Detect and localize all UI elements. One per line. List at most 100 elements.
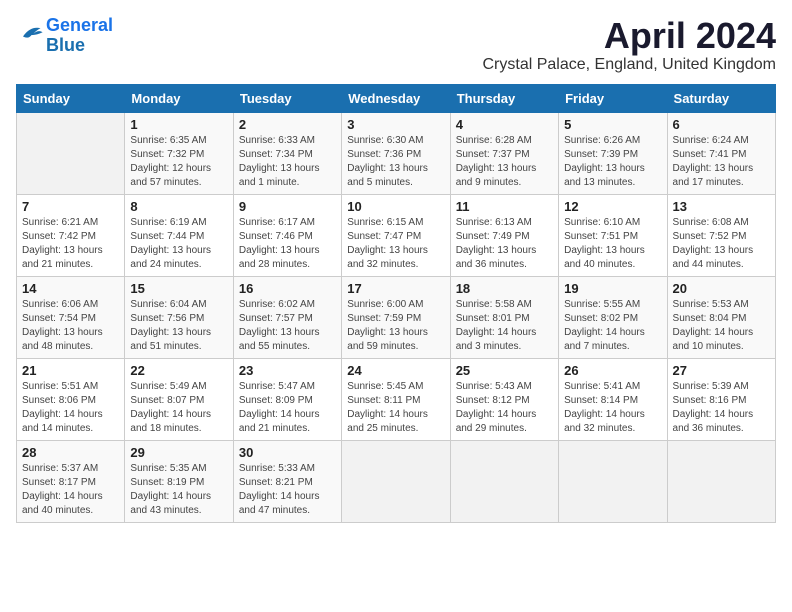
calendar-cell: 27 Sunrise: 5:39 AMSunset: 8:16 PMDayligh… xyxy=(667,358,775,440)
cell-info: Sunrise: 5:33 AMSunset: 8:21 PMDaylight:… xyxy=(239,462,336,518)
day-number: 24 xyxy=(347,363,444,378)
cell-info: Sunrise: 5:58 AMSunset: 8:01 PMDaylight:… xyxy=(456,298,553,354)
cell-info: Sunrise: 6:17 AMSunset: 7:46 PMDaylight:… xyxy=(239,216,336,272)
weekday-header-sunday: Sunday xyxy=(17,84,125,112)
cell-info: Sunrise: 6:04 AMSunset: 7:56 PMDaylight:… xyxy=(130,298,227,354)
day-number: 2 xyxy=(239,117,336,132)
calendar-cell: 20Sunrise: 5:53 AMSunset: 8:04 PMDayligh… xyxy=(667,276,775,358)
cell-info: Sunrise: 6:28 AMSunset: 7:37 PMDaylight:… xyxy=(456,134,553,190)
calendar-cell: 15 Sunrise: 6:04 AMSunset: 7:56 PMDayligh… xyxy=(125,276,233,358)
day-number: 6 xyxy=(673,117,770,132)
cell-info: Sunrise: 5:43 AMSunset: 8:12 PMDaylight:… xyxy=(456,380,553,436)
calendar-subtitle: Crystal Palace, England, United Kingdom xyxy=(483,56,777,74)
cell-info: Sunrise: 6:26 AMSunset: 7:39 PMDaylight:… xyxy=(564,134,661,190)
calendar-cell: 5 Sunrise: 6:26 AMSunset: 7:39 PMDaylight… xyxy=(559,112,667,194)
logo-text-blue: Blue xyxy=(46,35,85,55)
calendar-cell: 21 Sunrise: 5:51 AMSunset: 8:06 PMDayligh… xyxy=(17,358,125,440)
weekday-header-thursday: Thursday xyxy=(450,84,558,112)
day-number: 15 xyxy=(130,281,227,296)
day-number: 8 xyxy=(130,199,227,214)
day-number: 29 xyxy=(130,445,227,460)
calendar-cell xyxy=(450,440,558,522)
weekday-header-saturday: Saturday xyxy=(667,84,775,112)
cell-info: Sunrise: 5:39 AMSunset: 8:16 PMDaylight:… xyxy=(673,380,770,436)
day-number: 7 xyxy=(22,199,119,214)
cell-info: Sunrise: 6:10 AMSunset: 7:51 PMDaylight:… xyxy=(564,216,661,272)
calendar-cell: 2 Sunrise: 6:33 AMSunset: 7:34 PMDaylight… xyxy=(233,112,341,194)
calendar-cell: 23Sunrise: 5:47 AMSunset: 8:09 PMDayligh… xyxy=(233,358,341,440)
calendar-cell: 17 Sunrise: 6:00 AMSunset: 7:59 PMDayligh… xyxy=(342,276,450,358)
week-row-5: 28Sunrise: 5:37 AMSunset: 8:17 PMDayligh… xyxy=(17,440,776,522)
calendar-cell: 4 Sunrise: 6:28 AMSunset: 7:37 PMDaylight… xyxy=(450,112,558,194)
calendar-cell: 22Sunrise: 5:49 AMSunset: 8:07 PMDayligh… xyxy=(125,358,233,440)
calendar-cell xyxy=(342,440,450,522)
day-number: 25 xyxy=(456,363,553,378)
calendar-cell: 28Sunrise: 5:37 AMSunset: 8:17 PMDayligh… xyxy=(17,440,125,522)
calendar-cell: 14Sunrise: 6:06 AMSunset: 7:54 PMDayligh… xyxy=(17,276,125,358)
cell-info: Sunrise: 6:02 AMSunset: 7:57 PMDaylight:… xyxy=(239,298,336,354)
calendar-cell: 3 Sunrise: 6:30 AMSunset: 7:36 PMDaylight… xyxy=(342,112,450,194)
day-number: 10 xyxy=(347,199,444,214)
weekday-header-tuesday: Tuesday xyxy=(233,84,341,112)
calendar-cell: 26 Sunrise: 5:41 AMSunset: 8:14 PMDayligh… xyxy=(559,358,667,440)
calendar-cell: 29 Sunrise: 5:35 AMSunset: 8:19 PMDayligh… xyxy=(125,440,233,522)
week-row-1: 1Sunrise: 6:35 AMSunset: 7:32 PMDaylight… xyxy=(17,112,776,194)
page-header: General Blue April 2024 Crystal Palace, … xyxy=(16,16,776,74)
calendar-cell: 10 Sunrise: 6:15 AMSunset: 7:47 PMDayligh… xyxy=(342,194,450,276)
calendar-cell: 18Sunrise: 5:58 AMSunset: 8:01 PMDayligh… xyxy=(450,276,558,358)
logo-text-general: General xyxy=(46,15,113,35)
week-row-3: 14Sunrise: 6:06 AMSunset: 7:54 PMDayligh… xyxy=(17,276,776,358)
cell-info: Sunrise: 6:08 AMSunset: 7:52 PMDaylight:… xyxy=(673,216,770,272)
day-number: 11 xyxy=(456,199,553,214)
calendar-cell xyxy=(17,112,125,194)
calendar-cell: 13 Sunrise: 6:08 AMSunset: 7:52 PMDayligh… xyxy=(667,194,775,276)
cell-info: Sunrise: 6:19 AMSunset: 7:44 PMDaylight:… xyxy=(130,216,227,272)
calendar-cell: 19 Sunrise: 5:55 AMSunset: 8:02 PMDayligh… xyxy=(559,276,667,358)
day-number: 5 xyxy=(564,117,661,132)
cell-info: Sunrise: 5:35 AMSunset: 8:19 PMDaylight:… xyxy=(130,462,227,518)
day-number: 26 xyxy=(564,363,661,378)
calendar-cell: 12 Sunrise: 6:10 AMSunset: 7:51 PMDayligh… xyxy=(559,194,667,276)
weekday-header-row: SundayMondayTuesdayWednesdayThursdayFrid… xyxy=(17,84,776,112)
cell-info: Sunrise: 6:33 AMSunset: 7:34 PMDaylight:… xyxy=(239,134,336,190)
day-number: 30 xyxy=(239,445,336,460)
cell-info: Sunrise: 6:15 AMSunset: 7:47 PMDaylight:… xyxy=(347,216,444,272)
logo: General Blue xyxy=(16,16,113,56)
cell-info: Sunrise: 6:30 AMSunset: 7:36 PMDaylight:… xyxy=(347,134,444,190)
calendar-cell: 8 Sunrise: 6:19 AMSunset: 7:44 PMDaylight… xyxy=(125,194,233,276)
day-number: 27 xyxy=(673,363,770,378)
day-number: 4 xyxy=(456,117,553,132)
day-number: 17 xyxy=(347,281,444,296)
day-number: 3 xyxy=(347,117,444,132)
cell-info: Sunrise: 6:24 AMSunset: 7:41 PMDaylight:… xyxy=(673,134,770,190)
calendar-cell xyxy=(667,440,775,522)
day-number: 20 xyxy=(673,281,770,296)
day-number: 12 xyxy=(564,199,661,214)
cell-info: Sunrise: 6:00 AMSunset: 7:59 PMDaylight:… xyxy=(347,298,444,354)
calendar-cell: 1Sunrise: 6:35 AMSunset: 7:32 PMDaylight… xyxy=(125,112,233,194)
cell-info: Sunrise: 5:51 AMSunset: 8:06 PMDaylight:… xyxy=(22,380,119,436)
day-number: 13 xyxy=(673,199,770,214)
day-number: 21 xyxy=(22,363,119,378)
cell-info: Sunrise: 5:37 AMSunset: 8:17 PMDaylight:… xyxy=(22,462,119,518)
calendar-cell: 11 Sunrise: 6:13 AMSunset: 7:49 PMDayligh… xyxy=(450,194,558,276)
calendar-cell: 7 Sunrise: 6:21 AMSunset: 7:42 PMDaylight… xyxy=(17,194,125,276)
calendar-title: April 2024 xyxy=(483,16,777,56)
calendar-cell: 16 Sunrise: 6:02 AMSunset: 7:57 PMDayligh… xyxy=(233,276,341,358)
weekday-header-monday: Monday xyxy=(125,84,233,112)
cell-info: Sunrise: 6:35 AMSunset: 7:32 PMDaylight:… xyxy=(130,134,227,190)
calendar-table: SundayMondayTuesdayWednesdayThursdayFrid… xyxy=(16,84,776,523)
cell-info: Sunrise: 5:47 AMSunset: 8:09 PMDaylight:… xyxy=(239,380,336,436)
day-number: 19 xyxy=(564,281,661,296)
calendar-cell: 24 Sunrise: 5:45 AMSunset: 8:11 PMDayligh… xyxy=(342,358,450,440)
day-number: 16 xyxy=(239,281,336,296)
day-number: 14 xyxy=(22,281,119,296)
cell-info: Sunrise: 5:41 AMSunset: 8:14 PMDaylight:… xyxy=(564,380,661,436)
cell-info: Sunrise: 6:13 AMSunset: 7:49 PMDaylight:… xyxy=(456,216,553,272)
cell-info: Sunrise: 5:55 AMSunset: 8:02 PMDaylight:… xyxy=(564,298,661,354)
weekday-header-friday: Friday xyxy=(559,84,667,112)
cell-info: Sunrise: 6:21 AMSunset: 7:42 PMDaylight:… xyxy=(22,216,119,272)
calendar-cell: 30 Sunrise: 5:33 AMSunset: 8:21 PMDayligh… xyxy=(233,440,341,522)
calendar-cell xyxy=(559,440,667,522)
cell-info: Sunrise: 5:45 AMSunset: 8:11 PMDaylight:… xyxy=(347,380,444,436)
